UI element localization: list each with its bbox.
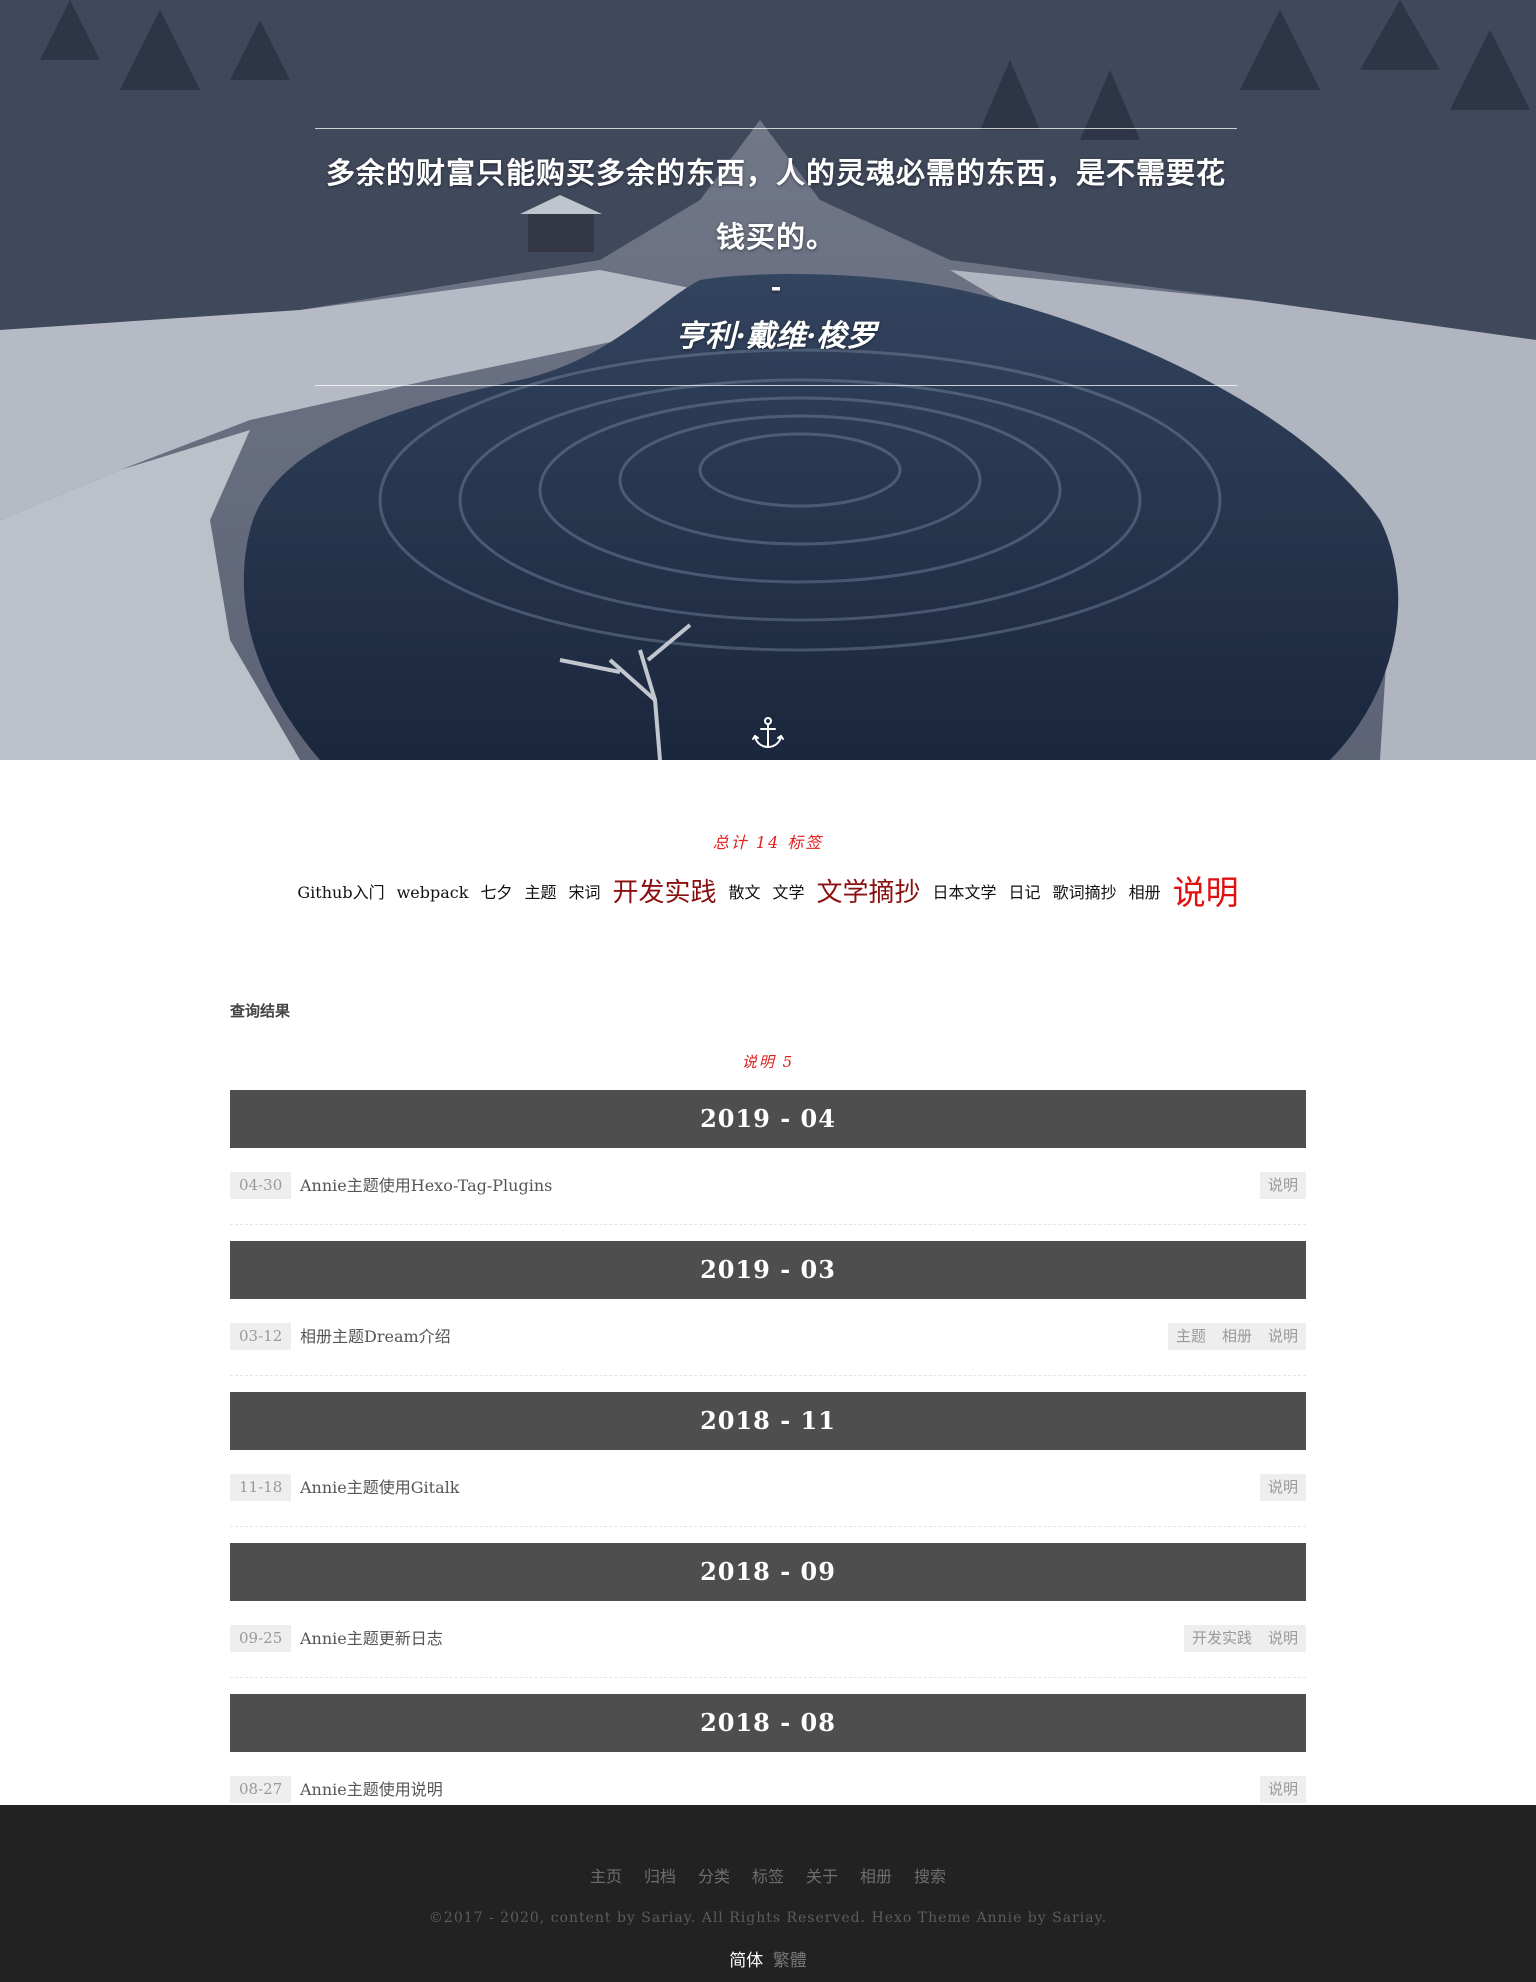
post-date: 04-30: [230, 1172, 292, 1199]
month-header: 2018 - 11: [230, 1392, 1306, 1450]
footer-nav: 主页 归档 分类 标签 关于 相册 搜索: [0, 1863, 1536, 1886]
footer-nav-link[interactable]: 搜索: [914, 1867, 946, 1886]
post-row: 11-18 Annie主题使用Gitalk 说明: [230, 1466, 1306, 1527]
anchor-icon[interactable]: [750, 715, 786, 751]
results-title: 查询结果: [230, 1002, 291, 1020]
tag-link[interactable]: 说明: [1173, 873, 1239, 913]
post-tag-link[interactable]: 说明: [1260, 1776, 1306, 1803]
post-tag-link[interactable]: 说明: [1260, 1323, 1306, 1350]
tag-link[interactable]: 开发实践: [612, 873, 716, 913]
tag-link[interactable]: 相册: [1129, 873, 1161, 913]
month-header: 2019 - 04: [230, 1090, 1306, 1148]
post-title-link[interactable]: Annie主题更新日志: [300, 1625, 443, 1652]
footer-nav-link[interactable]: 分类: [698, 1867, 730, 1886]
post-tag-link[interactable]: 主题: [1168, 1323, 1214, 1350]
post-title-link[interactable]: 相册主题Dream介绍: [300, 1323, 451, 1350]
tag-link[interactable]: 宋词: [568, 873, 600, 913]
post-title-link[interactable]: Annie主题使用说明: [300, 1776, 443, 1803]
post-title-link[interactable]: Annie主题使用Gitalk: [300, 1474, 459, 1501]
lang-simplified[interactable]: 简体: [729, 1951, 763, 1971]
post-tags: 说明: [1259, 1474, 1306, 1501]
tag-link[interactable]: 文学摘抄: [817, 873, 921, 913]
post-tag-link[interactable]: 说明: [1260, 1474, 1306, 1501]
tag-link[interactable]: 日本文学: [933, 873, 997, 913]
post-tags: 说明: [1259, 1172, 1306, 1199]
quote-author: 亨利·戴维·梭罗: [675, 319, 877, 354]
post-tag-link[interactable]: 相册: [1214, 1323, 1260, 1350]
footer-nav-link[interactable]: 相册: [860, 1867, 892, 1886]
footer: 主页 归档 分类 标签 关于 相册 搜索 ©2017 - 2020, content by …: [0, 1805, 1536, 1982]
post-title-link[interactable]: Annie主题使用Hexo-Tag-Plugins: [300, 1172, 552, 1199]
tag-link[interactable]: webpack: [397, 873, 469, 913]
post-tag-link[interactable]: 说明: [1260, 1172, 1306, 1199]
tag-link[interactable]: 主题: [524, 873, 556, 913]
post-tags: 主题 相册 说明: [1167, 1323, 1306, 1350]
search-results: 查询结果 说明 5 2019 - 04 04-30 Annie主题使用Hexo-Ta…: [230, 1000, 1306, 1845]
post-tag-link[interactable]: 说明: [1260, 1625, 1306, 1652]
post-row: 03-12 相册主题Dream介绍 主题 相册 说明: [230, 1315, 1306, 1376]
tag-link[interactable]: 散文: [728, 873, 760, 913]
results-subtitle: 说明 5: [741, 1053, 795, 1071]
post-date: 03-12: [230, 1323, 292, 1350]
tag-summary: 总计 14 标签: [712, 833, 824, 852]
lang-traditional[interactable]: 繁體: [773, 1951, 807, 1971]
tag-cloud: Github入门 webpack 七夕 主题 宋词 开发实践 散文 文学 文学摘抄 日本文学 日记歌…: [0, 872, 1536, 913]
month-header: 2019 - 03: [230, 1241, 1306, 1299]
tag-link[interactable]: Github入门: [297, 873, 384, 913]
post-row: 04-30 Annie主题使用Hexo-Tag-Plugins 说明: [230, 1164, 1306, 1225]
tag-link[interactable]: 文学: [773, 873, 805, 913]
post-tags: 说明: [1259, 1776, 1306, 1803]
hero-quote: 多余的财富只能购买多余的东西，人的灵魂必需的东西，是不需要花钱买的。 - 亨利·…: [315, 128, 1237, 386]
footer-nav-link[interactable]: 归档: [644, 1867, 676, 1886]
archive-groups: 2019 - 04 04-30 Annie主题使用Hexo-Tag-Plugins 说…: [230, 1090, 1306, 1829]
post-date: 11-18: [230, 1474, 292, 1501]
language-switch: 简体 繁體: [0, 1946, 1536, 1971]
month-header: 2018 - 09: [230, 1543, 1306, 1601]
footer-nav-link[interactable]: 主页: [590, 1867, 622, 1886]
quote-text: 多余的财富只能购买多余的东西，人的灵魂必需的东西，是不需要花钱买的。: [325, 156, 1226, 254]
month-header: 2018 - 08: [230, 1694, 1306, 1752]
tag-link[interactable]: 日记: [1009, 873, 1041, 913]
tag-link[interactable]: 七夕: [480, 873, 512, 913]
footer-copyright: ©2017 - 2020, content by Sariay. All Rig…: [428, 1910, 1108, 1926]
quote-dash: -: [770, 273, 782, 303]
post-date: 08-27: [230, 1776, 292, 1803]
footer-nav-link[interactable]: 标签: [752, 1867, 784, 1886]
post-row: 09-25 Annie主题更新日志 开发实践 说明: [230, 1617, 1306, 1678]
hero-banner: 多余的财富只能购买多余的东西，人的灵魂必需的东西，是不需要花钱买的。 - 亨利·…: [0, 0, 1536, 760]
post-date: 09-25: [230, 1625, 292, 1652]
post-tag-link[interactable]: 开发实践: [1184, 1625, 1260, 1652]
tag-link[interactable]: 歌词摘抄: [1053, 873, 1117, 913]
post-tags: 开发实践 说明: [1183, 1625, 1306, 1652]
footer-nav-link[interactable]: 关于: [806, 1867, 838, 1886]
